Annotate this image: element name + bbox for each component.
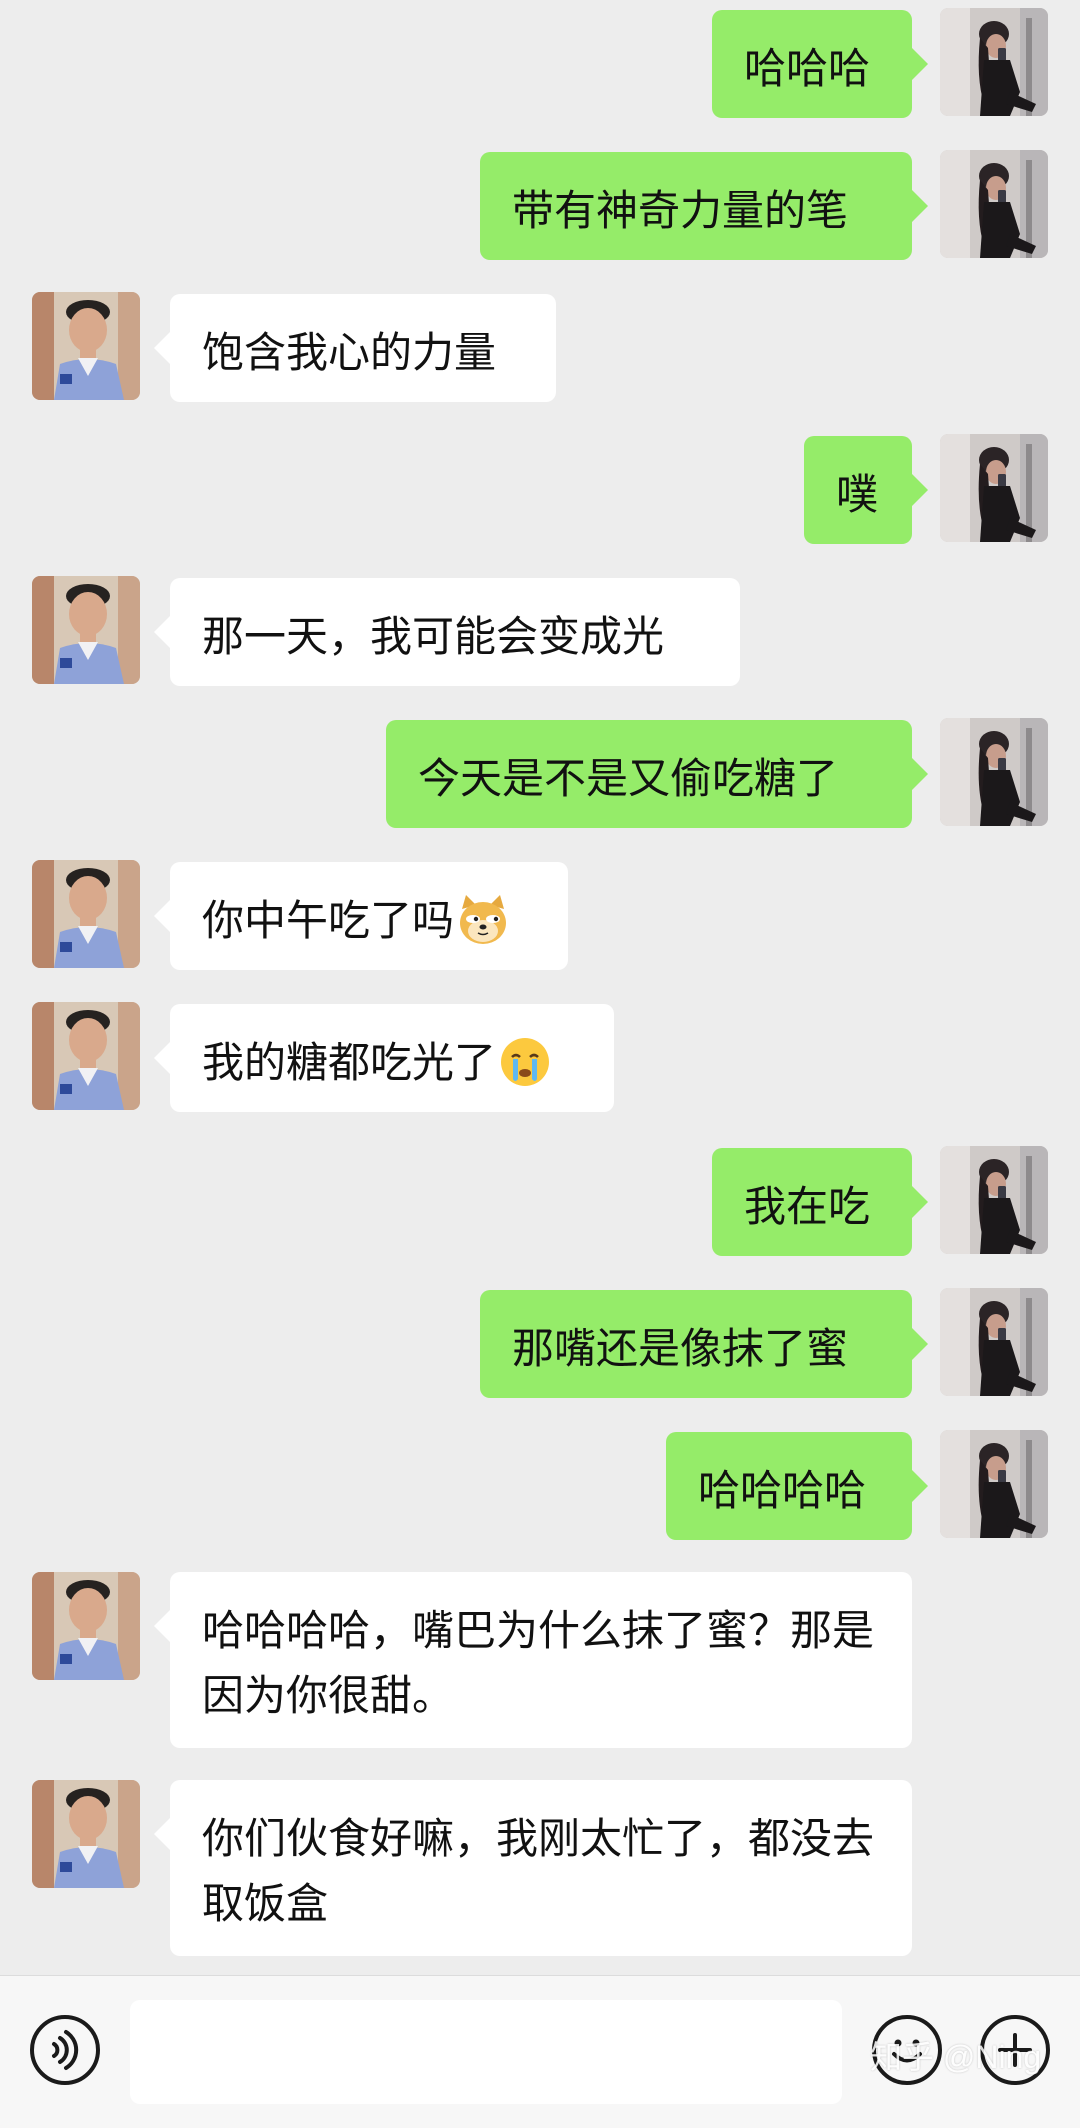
message-text: 哈哈哈哈，嘴巴为什么抹了蜜？那是因为你很甜。 bbox=[202, 1606, 875, 1720]
my-avatar[interactable] bbox=[940, 150, 1048, 258]
my-avatar-photo bbox=[940, 718, 1048, 826]
contact-avatar[interactable] bbox=[32, 1780, 140, 1888]
contact-avatar[interactable] bbox=[32, 860, 140, 968]
message-bubble-incoming[interactable]: 哈哈哈哈，嘴巴为什么抹了蜜？那是因为你很甜。 bbox=[154, 1572, 912, 1748]
contact-avatar[interactable] bbox=[32, 292, 140, 400]
contact-avatar-photo bbox=[32, 576, 140, 684]
message-bubble-incoming[interactable]: 你中午吃了吗 bbox=[154, 862, 568, 970]
message-bubble-incoming[interactable]: 饱含我心的力量 bbox=[154, 294, 556, 402]
contact-avatar-photo bbox=[32, 292, 140, 400]
my-avatar-photo bbox=[940, 1288, 1048, 1396]
message-text: 噗 bbox=[836, 470, 879, 519]
message-bubble-incoming[interactable]: 我的糖都吃光了 bbox=[154, 1004, 614, 1112]
contact-avatar-photo bbox=[32, 1572, 140, 1680]
my-avatar[interactable] bbox=[940, 8, 1048, 116]
message-bubble-outgoing[interactable]: 今天是不是又偷吃糖了 bbox=[386, 720, 928, 828]
chat-area: 哈哈哈 带有神奇力量的笔 饱含我心的力量 噗 那一天，我可能会变成光 今天是不是… bbox=[0, 0, 1080, 1975]
message-bubble-outgoing[interactable]: 噗 bbox=[804, 436, 928, 544]
message-text: 我在吃 bbox=[744, 1182, 871, 1231]
contact-avatar[interactable] bbox=[32, 1572, 140, 1680]
my-avatar-photo bbox=[940, 8, 1048, 116]
message-text: 那一天，我可能会变成光 bbox=[202, 612, 665, 661]
watermark: 知乎 @Ning bbox=[870, 2039, 1042, 2075]
my-avatar[interactable] bbox=[940, 1288, 1048, 1396]
my-avatar-photo bbox=[940, 434, 1048, 542]
message-bubble-outgoing[interactable]: 那嘴还是像抹了蜜 bbox=[480, 1290, 928, 1398]
contact-avatar-photo bbox=[32, 1780, 140, 1888]
message-bubble-incoming[interactable]: 你们伙食好嘛，我刚太忙了，都没去取饭盒 bbox=[154, 1780, 912, 1956]
voice-icon[interactable] bbox=[30, 2015, 100, 2085]
message-bubble-outgoing[interactable]: 哈哈哈哈 bbox=[666, 1432, 928, 1540]
message-text: 你中午吃了吗 bbox=[202, 896, 455, 945]
my-avatar[interactable] bbox=[940, 718, 1048, 826]
my-avatar-photo bbox=[940, 1430, 1048, 1538]
my-avatar-photo bbox=[940, 1146, 1048, 1254]
my-avatar[interactable] bbox=[940, 1430, 1048, 1538]
contact-avatar[interactable] bbox=[32, 1002, 140, 1110]
message-text: 你们伙食好嘛，我刚太忙了，都没去取饭盒 bbox=[202, 1814, 875, 1928]
message-text: 我的糖都吃光了 bbox=[202, 1038, 497, 1087]
contact-avatar[interactable] bbox=[32, 576, 140, 684]
message-text: 哈哈哈 bbox=[744, 44, 871, 93]
crying-face-emoji bbox=[501, 1037, 550, 1086]
message-text: 饱含我心的力量 bbox=[202, 328, 497, 377]
my-avatar-photo bbox=[940, 150, 1048, 258]
message-text: 哈哈哈哈 bbox=[698, 1466, 867, 1515]
my-avatar[interactable] bbox=[940, 434, 1048, 542]
doge-emoji bbox=[460, 894, 507, 944]
message-bubble-outgoing[interactable]: 哈哈哈 bbox=[712, 10, 928, 118]
message-text: 带有神奇力量的笔 bbox=[512, 186, 849, 235]
message-bubble-incoming[interactable]: 那一天，我可能会变成光 bbox=[154, 578, 740, 686]
message-bubble-outgoing[interactable]: 带有神奇力量的笔 bbox=[480, 152, 928, 260]
contact-avatar-photo bbox=[32, 860, 140, 968]
contact-avatar-photo bbox=[32, 1002, 140, 1110]
message-input[interactable] bbox=[130, 2000, 842, 2104]
my-avatar[interactable] bbox=[940, 1146, 1048, 1254]
message-text: 那嘴还是像抹了蜜 bbox=[512, 1324, 849, 1373]
message-bubble-outgoing[interactable]: 我在吃 bbox=[712, 1148, 928, 1256]
message-text: 今天是不是又偷吃糖了 bbox=[418, 754, 839, 803]
